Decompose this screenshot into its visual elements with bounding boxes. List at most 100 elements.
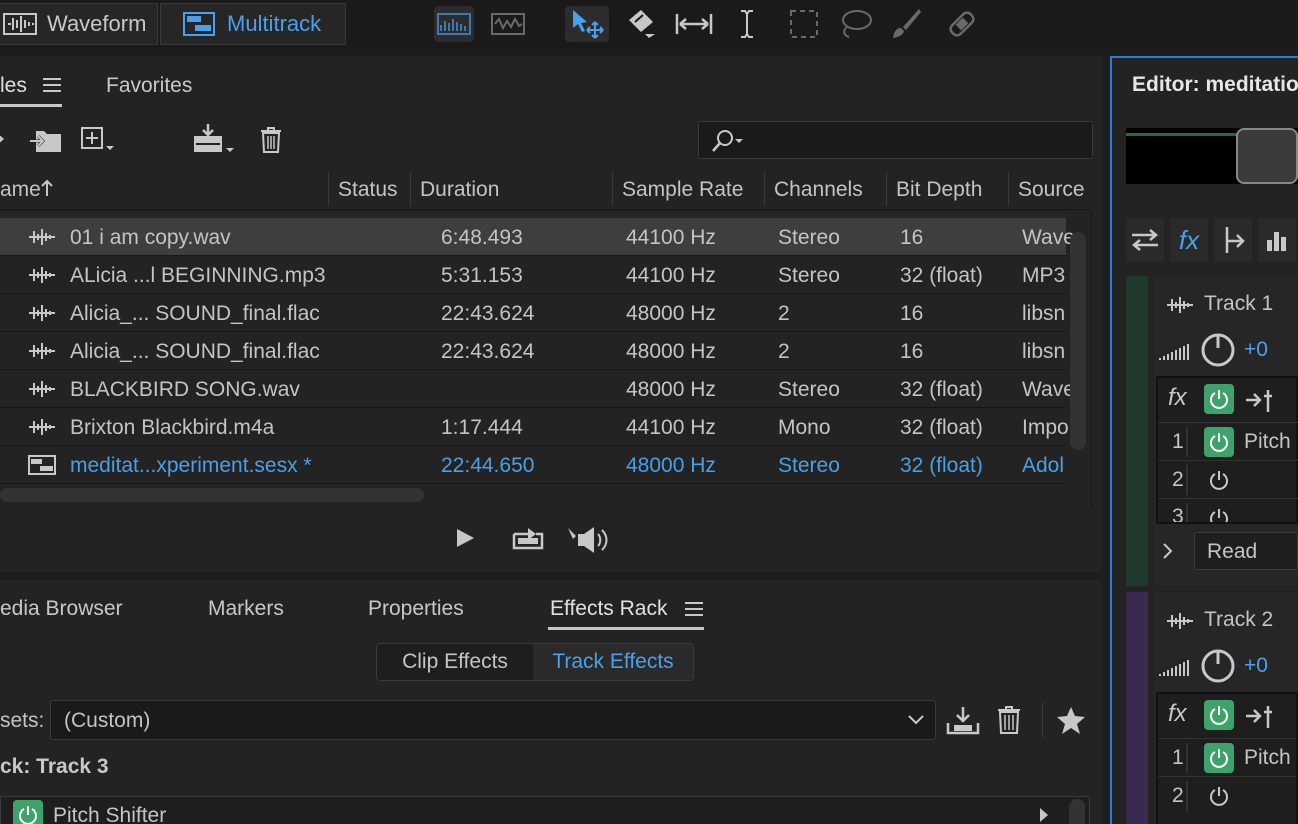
panel-menu-icon[interactable] [684, 601, 704, 617]
slip-tool-button[interactable] [674, 6, 714, 42]
chevron-right-icon[interactable] [1037, 806, 1051, 824]
automation-mode-value: Read [1207, 540, 1258, 563]
audio-file-icon [28, 228, 56, 246]
lasso-tool-button[interactable] [835, 6, 875, 42]
pre-post-fader-icon[interactable] [1244, 386, 1274, 414]
effect-slot-1[interactable]: 1 Pitch [1158, 422, 1298, 460]
sends-button[interactable] [1214, 218, 1252, 262]
file-bit-depth: 16 [900, 302, 924, 325]
delete-preset-button[interactable] [997, 705, 1021, 735]
brush-tool-button[interactable] [886, 6, 926, 42]
tab-track-effects[interactable]: Track Effects [533, 644, 693, 680]
favorite-button[interactable] [1056, 706, 1086, 734]
new-file-icon[interactable] [80, 126, 118, 154]
tab-favorites[interactable]: Favorites [106, 74, 192, 98]
file-name: Brixton Blackbird.m4a [70, 416, 275, 439]
eq-button[interactable] [1258, 218, 1296, 262]
file-row[interactable]: Alicia_... SOUND_final.flac 22:43.624 48… [0, 332, 1066, 370]
waveform-mode-button[interactable]: Waveform [0, 3, 158, 45]
effects-scrollbar[interactable] [1069, 799, 1085, 824]
tab-markers[interactable]: Markers [208, 597, 284, 621]
insert-into-multitrack-icon[interactable] [192, 122, 236, 156]
file-row[interactable]: meditat...xperiment.sesx * 22:44.650 480… [0, 446, 1066, 484]
column-header-row: ame Status Duration Sample Rate Channels… [0, 170, 1092, 210]
overview-viewport-handle[interactable] [1236, 128, 1298, 184]
chevron-right-icon[interactable] [1162, 542, 1174, 560]
star-icon [1056, 706, 1086, 734]
col-duration[interactable]: Duration [420, 178, 499, 202]
time-selection-tool-button[interactable] [727, 6, 767, 42]
spot-healing-tool-button[interactable] [942, 6, 982, 42]
tab-files[interactable]: les [0, 74, 27, 98]
effect-slot-1[interactable]: 1 Pitch [1158, 738, 1296, 776]
brush-icon [889, 7, 923, 41]
tab-effects-rack[interactable]: Effects Rack [550, 597, 668, 621]
spectral-view-button[interactable] [434, 6, 474, 42]
file-row[interactable]: BLACKBIRD SONG.wav 48000 Hz Stereo 32 (f… [0, 370, 1075, 408]
effects-button[interactable]: fx [1170, 218, 1208, 262]
col-bit-depth[interactable]: Bit Depth [896, 178, 982, 202]
col-sample-rate[interactable]: Sample Rate [622, 178, 743, 202]
file-bit-depth: 16 [900, 226, 924, 249]
presets-dropdown[interactable]: (Custom) [50, 700, 936, 740]
trash-icon[interactable] [260, 126, 282, 154]
effect-slot-2[interactable]: 2 [1158, 776, 1296, 814]
file-row[interactable]: Alicia_... SOUND_final.flac 22:43.624 48… [0, 294, 1066, 332]
slot-power-button[interactable] [1204, 743, 1234, 773]
swap-arrows-icon [1130, 227, 1160, 253]
auto-play-button[interactable] [566, 524, 612, 556]
save-preset-button[interactable] [946, 705, 980, 735]
volume-value[interactable]: +0 [1244, 338, 1268, 362]
preview-play-button[interactable] [452, 526, 478, 550]
slot-power-button[interactable] [1204, 427, 1234, 457]
file-row[interactable]: ALicia ...l BEGINNING.mp3 5:31.153 44100… [0, 256, 1066, 294]
volume-value[interactable]: +0 [1244, 654, 1268, 678]
inputs-outputs-button[interactable] [1126, 218, 1164, 262]
volume-knob[interactable] [1200, 332, 1236, 368]
file-bit-depth: 32 (float) [900, 378, 983, 401]
track-name[interactable]: Track 1 [1204, 292, 1273, 316]
panel-menu-icon[interactable] [42, 77, 62, 93]
active-tab-underline [0, 104, 62, 107]
effect-power-button[interactable] [13, 800, 43, 824]
file-name: 01 i am copy.wav [70, 226, 231, 249]
col-status[interactable]: Status [338, 178, 398, 202]
effect-slot-1[interactable]: Pitch Shifter [0, 796, 1090, 824]
power-icon [1208, 747, 1230, 769]
rack-power-button[interactable] [1204, 384, 1234, 414]
track-name[interactable]: Track 2 [1204, 608, 1273, 632]
slot-power-button[interactable] [1204, 781, 1234, 811]
slot-power-button[interactable] [1204, 503, 1234, 522]
power-icon [1208, 388, 1230, 410]
track-effects-rack: fx 1 Pitch 2 3 [1156, 376, 1298, 524]
tab-properties[interactable]: Properties [368, 597, 464, 621]
multitrack-mode-button[interactable]: Multitrack [160, 3, 346, 45]
volume-knob[interactable] [1200, 648, 1236, 684]
tab-clip-effects[interactable]: Clip Effects [377, 644, 533, 680]
import-file-icon[interactable] [28, 125, 64, 155]
power-icon [1208, 507, 1230, 522]
slot-power-button[interactable] [1204, 465, 1234, 495]
horizontal-scrollbar[interactable] [0, 488, 424, 502]
loop-preview-button[interactable] [510, 524, 546, 552]
search-field[interactable] [698, 121, 1093, 159]
col-name[interactable]: ame [0, 178, 41, 202]
pre-post-fader-icon[interactable] [1244, 702, 1274, 730]
col-source[interactable]: Source [1018, 178, 1085, 202]
tab-media-browser[interactable]: edia Browser [0, 597, 123, 621]
automation-mode-dropdown[interactable]: Read [1194, 532, 1298, 570]
open-file-icon[interactable] [0, 128, 8, 150]
editor-overview[interactable] [1126, 128, 1298, 184]
file-row[interactable]: 01 i am copy.wav 6:48.493 44100 Hz Stere… [0, 218, 1075, 256]
col-channels[interactable]: Channels [774, 178, 863, 202]
move-tool-button[interactable] [565, 6, 609, 42]
razor-tool-button[interactable] [620, 6, 660, 42]
search-input[interactable] [755, 126, 1085, 154]
effect-slot-2[interactable]: 2 [1158, 460, 1298, 498]
waveform-view-button[interactable] [488, 6, 528, 42]
vertical-scrollbar[interactable] [1070, 232, 1086, 450]
effect-slot-3[interactable]: 3 [1158, 498, 1298, 522]
marquee-tool-button[interactable] [784, 6, 824, 42]
rack-power-button[interactable] [1204, 700, 1234, 730]
file-row[interactable]: Brixton Blackbird.m4a 1:17.444 44100 Hz … [0, 408, 1069, 446]
